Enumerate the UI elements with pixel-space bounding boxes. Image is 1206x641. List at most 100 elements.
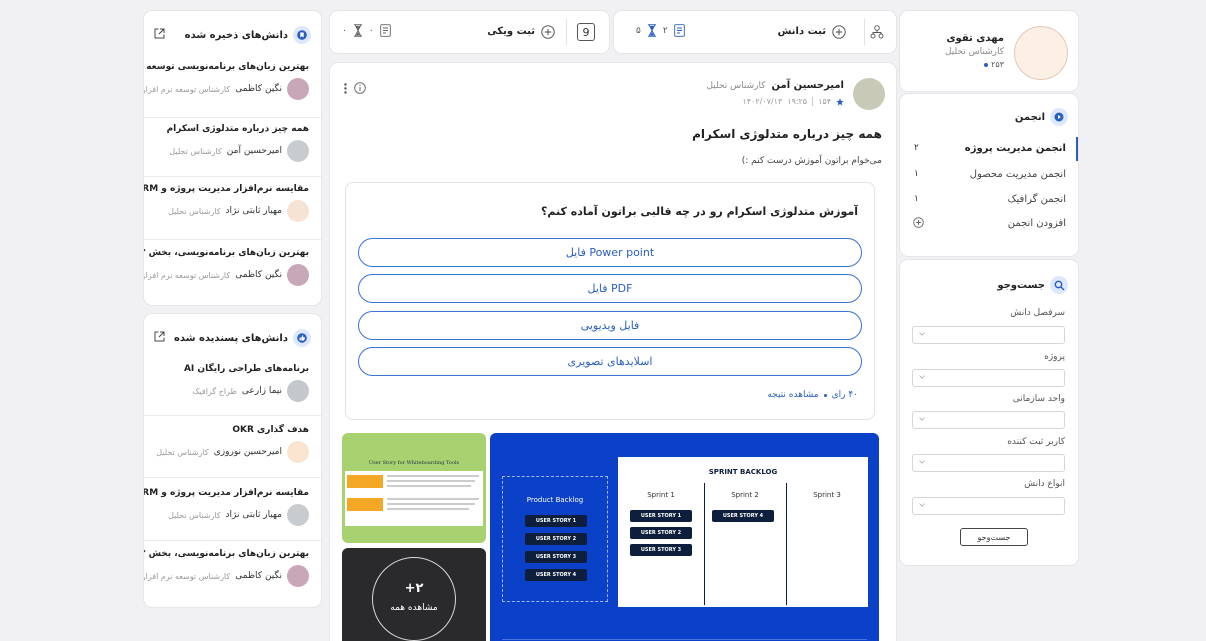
avatar (287, 380, 309, 402)
saved-item[interactable]: مقایسه نرم‌افزار مدیریت پروژه و CRM مهیا… (144, 184, 309, 222)
liked-item-author: مهیار ثابتی نژاد (225, 510, 282, 520)
gallery-thumb[interactable]: User Story for Whiteboarding Tools (342, 433, 486, 543)
plus-circle-icon (832, 25, 846, 39)
view-results-link[interactable]: مشاهده نتیجه (767, 390, 818, 400)
search-field-label: سرفصل دانش (1010, 308, 1065, 318)
saved-knowledge-card: دانش‌های ذخیره شده بهترین زبان‌های برنام… (144, 11, 321, 305)
user-story-card: USER STORY 3 (525, 551, 587, 563)
user-story-card: USER STORY 3 (630, 544, 692, 556)
more-count: +۲ (404, 581, 424, 596)
poll-option[interactable]: فایل PDF (358, 274, 862, 303)
add-forum-label: افزودن انجمن (1007, 218, 1066, 229)
sprint-label: Sprint 3 (813, 491, 841, 499)
sprint-label: Sprint 2 (731, 491, 759, 499)
external-link-icon[interactable] (154, 331, 165, 342)
saved-item-author: مهیار ثابتی نژاد (225, 206, 282, 216)
saved-item-title: مقایسه نرم‌افزار مدیریت پروژه و CRM (144, 184, 309, 194)
star-icon (836, 97, 844, 106)
document-icon (379, 24, 391, 37)
liked-item-role: طراح گرافیک (192, 386, 237, 396)
knowledge-stat: ۲ (662, 25, 668, 36)
wiki-label: ثبت ویکی (487, 26, 535, 37)
liked-item[interactable]: برنامه‌های طراحی رایگان AI نیما زارعی طر… (156, 364, 309, 402)
search-field-label: واحد سازمانی (1012, 394, 1065, 404)
liked-item-author: امیرحسین نوروزی (213, 447, 282, 457)
sprint-backlog-title: SPRINT BACKLOG (708, 468, 778, 476)
wiki-register-card[interactable]: 9 ثبت ویکی ۰ ۰ (330, 11, 609, 53)
profile-card: مهدی تقوی کارشناس تحلیل ۲۵۳ (900, 11, 1078, 91)
search-select[interactable] (912, 326, 1065, 344)
gallery-more[interactable]: +۲ مشاهده همه (342, 548, 486, 641)
poll-option[interactable]: اسلایدهای تصویری (358, 347, 862, 376)
org-chart-icon (870, 25, 884, 39)
poll-votes: ۴۰ رای (831, 390, 858, 400)
info-icon[interactable] (354, 82, 366, 94)
saved-item-role: کارشناس توسعه نرم افزار (144, 270, 231, 280)
gallery-main-image[interactable]: Product Backlog USER STORY 1 USER STORY … (490, 433, 879, 641)
forum-item-count: ۱ (914, 194, 919, 204)
dot-icon (984, 62, 989, 67)
search-field-label: انواع دانش (1024, 479, 1065, 489)
post-author[interactable]: امیرحسین آمن (772, 80, 845, 91)
forum-item[interactable]: انجمن مدیریت محصول ۱ (908, 164, 1078, 184)
saved-item[interactable]: بهترین زبان‌های برنامه‌نویسی توسعه AI نگ… (144, 62, 309, 100)
bookmark-icon (293, 26, 311, 44)
saved-item[interactable]: همه چیز درباره متدلوژی اسکرام امیرحسین آ… (156, 124, 309, 162)
saved-title: دانش‌های ذخیره شده (184, 29, 288, 41)
forum-item[interactable]: انجمن مدیریت پروژه ۲ (908, 137, 1078, 161)
avatar (287, 441, 309, 463)
forum-item[interactable]: انجمن گرافیک ۱ (908, 190, 1078, 210)
forum-item-label: انجمن گرافیک (1007, 194, 1066, 205)
hourglass-icon (353, 24, 363, 37)
search-button[interactable]: جست‌وجو (960, 528, 1028, 546)
avatar (287, 78, 309, 100)
chevron-down-icon (919, 375, 925, 379)
liked-item-title: بهترین زبان‌های برنامه‌نویسی، بخش ۲ (144, 549, 309, 559)
knowledge-stats: ۲ ۵ (636, 24, 685, 37)
product-backlog-label: Product Backlog (526, 496, 584, 504)
search-select[interactable] (912, 369, 1065, 387)
liked-item-author: نیما زارعی (241, 386, 282, 396)
liked-item-role: کارشناس توسعه نرم افزار (144, 571, 231, 581)
more-label: مشاهده همه (390, 603, 438, 613)
search-select[interactable] (912, 497, 1065, 515)
knowledge-register-card[interactable]: ثبت دانش ۲ ۵ (614, 11, 896, 53)
poll-option[interactable]: فایل ویدیویی (358, 311, 862, 340)
search-icon (1050, 276, 1068, 294)
liked-item[interactable]: بهترین زبان‌های برنامه‌نویسی، بخش ۲ نگین… (144, 549, 309, 587)
saved-item-role: کارشناس توسعه نرم افزار (144, 84, 231, 94)
liked-item[interactable]: هدف گذاری OKR امیرحسین نوروزی کارشناس تح… (156, 425, 309, 463)
saved-item-title: بهترین زبان‌های برنامه‌نویسی توسعه AI (144, 62, 309, 72)
search-select[interactable] (912, 411, 1065, 429)
poll-option[interactable]: فایل Power point (358, 238, 862, 267)
saved-item-author: نگین کاظمی (235, 84, 282, 94)
saved-item[interactable]: بهترین زبان‌های برنامه‌نویسی، بخش ۲ نگین… (144, 248, 309, 286)
add-forum-button[interactable]: افزودن انجمن (908, 214, 1078, 234)
poll-box: آموزش متدلوژی اسکرام رو در چه قالبی برات… (345, 182, 875, 420)
profile-role: کارشناس تحلیل (944, 47, 1004, 57)
liked-item-title: برنامه‌های طراحی رایگان AI (183, 364, 309, 374)
wiki-stat: ۰ (342, 25, 347, 36)
liked-item[interactable]: مقایسه نرم‌افزار مدیریت پروژه و CRM مهیا… (144, 488, 309, 526)
poll-question: آموزش متدلوژی اسکرام رو در چه قالبی برات… (541, 205, 858, 218)
search-card: جست‌وجو سرفصل دانش پروژه واحد سازمانی کا… (900, 260, 1078, 565)
saved-item-author: امیرحسین آمن (226, 146, 282, 156)
liked-item-author: نگین کاظمی (235, 571, 282, 581)
post-body: می‌خوام براتون آموزش درست کنم :) (741, 156, 882, 166)
avatar[interactable] (853, 78, 885, 110)
forum-icon (1050, 108, 1068, 126)
search-field-label: پروژه (1044, 352, 1065, 362)
search-select[interactable] (912, 454, 1065, 472)
saved-item-title: همه چیز درباره متدلوژی اسکرام (166, 124, 309, 134)
search-field-label: کاربر ثبت کننده (1007, 437, 1065, 447)
wiki-stat: ۰ (368, 25, 374, 36)
liked-item-role: کارشناس تحلیل (156, 447, 209, 457)
avatar[interactable] (1014, 26, 1068, 80)
liked-item-title: هدف گذاری OKR (232, 425, 309, 435)
forum-item-count: ۲ (914, 143, 919, 153)
more-vertical-icon[interactable] (344, 83, 347, 94)
post-date: ۱۴۰۲/۰۷/۱۳ (742, 97, 783, 106)
profile-score: ۲۵۳ (991, 60, 1004, 69)
hourglass-icon (647, 24, 657, 37)
external-link-icon[interactable] (154, 28, 165, 39)
